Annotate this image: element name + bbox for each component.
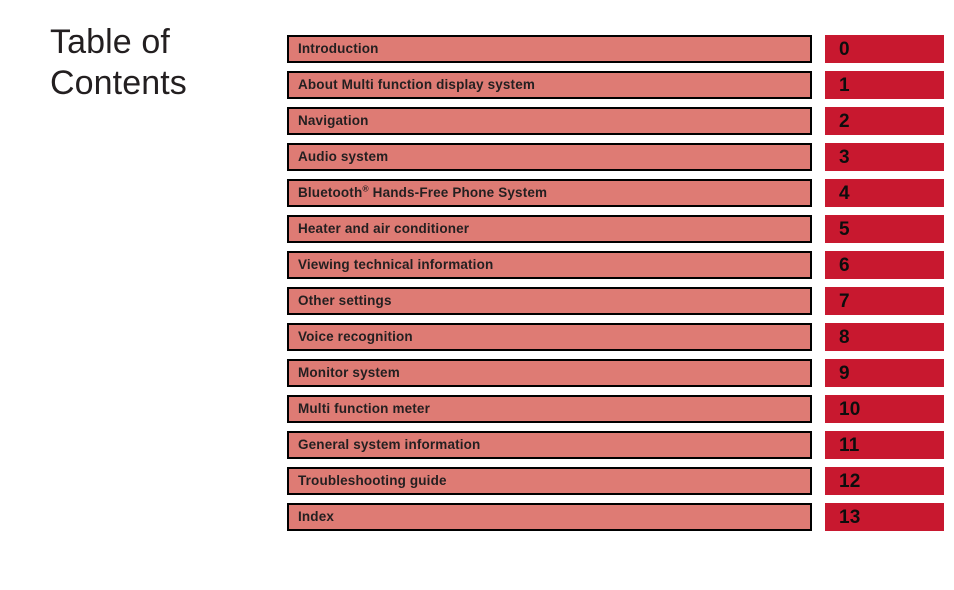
toc-entry[interactable]: Introduction 0 <box>287 35 944 63</box>
toc-entry-number-box[interactable]: 0 <box>825 35 944 63</box>
toc-entry[interactable]: Voice recognition 8 <box>287 323 944 351</box>
toc-entry-number: 4 <box>839 182 850 204</box>
toc-entry-bar[interactable]: Index <box>287 503 812 531</box>
toc-entry-number-box[interactable]: 7 <box>825 287 944 315</box>
toc-entry-number-box[interactable]: 1 <box>825 71 944 99</box>
toc-entry-number: 7 <box>839 290 850 312</box>
toc-entry-number: 3 <box>839 146 850 168</box>
toc-entry[interactable]: Bluetooth® Hands-Free Phone System 4 <box>287 179 944 207</box>
toc-entry-number-box[interactable]: 5 <box>825 215 944 243</box>
toc-entry-label: Bluetooth® Hands-Free Phone System <box>298 183 548 201</box>
table-of-contents-page: Table of Contents Introduction 0 About Mul… <box>0 0 954 590</box>
toc-entry-bar[interactable]: Voice recognition <box>287 323 812 351</box>
toc-entry-label: Troubleshooting guide <box>298 473 447 489</box>
toc-entry-bar[interactable]: Multi function meter <box>287 395 812 423</box>
toc-entry-label: Navigation <box>298 113 369 129</box>
page-title: Table of Contents <box>50 23 187 102</box>
toc-entry[interactable]: Troubleshooting guide 12 <box>287 467 944 495</box>
toc-entry[interactable]: About Multi function display system 1 <box>287 71 944 99</box>
toc-entry-label-suffix: Hands-Free Phone System <box>368 185 548 201</box>
toc-entry[interactable]: Heater and air conditioner 5 <box>287 215 944 243</box>
toc-entry[interactable]: Audio system 3 <box>287 143 944 171</box>
toc-entry[interactable]: Monitor system 9 <box>287 359 944 387</box>
toc-entry[interactable]: Multi function meter 10 <box>287 395 944 423</box>
toc-entry-number-box[interactable]: 4 <box>825 179 944 207</box>
toc-entry-label: Other settings <box>298 293 392 309</box>
toc-entry-number: 9 <box>839 362 850 384</box>
toc-entry-label: Heater and air conditioner <box>298 221 470 237</box>
toc-entry-label: Introduction <box>298 41 379 57</box>
toc-entry-bar[interactable]: Bluetooth® Hands-Free Phone System <box>287 179 812 207</box>
toc-entry-number-box[interactable]: 13 <box>825 503 944 531</box>
toc-entry-number-box[interactable]: 2 <box>825 107 944 135</box>
toc-entry-number: 11 <box>839 434 860 456</box>
toc-entry-label: Voice recognition <box>298 329 413 345</box>
toc-entry-label: Index <box>298 509 335 525</box>
toc-entry-bar[interactable]: Audio system <box>287 143 812 171</box>
toc-entry-number-box[interactable]: 6 <box>825 251 944 279</box>
toc-entry-bar[interactable]: Introduction <box>287 35 812 63</box>
toc-entry-number: 2 <box>839 110 850 132</box>
table-of-contents-list: Introduction 0 About Multi function displa… <box>287 35 944 531</box>
toc-entry-label: About Multi function display system <box>298 77 536 93</box>
toc-entry-label: Audio system <box>298 149 389 165</box>
toc-entry-number: 8 <box>839 326 850 348</box>
toc-entry-number-box[interactable]: 12 <box>825 467 944 495</box>
toc-entry-number: 5 <box>839 218 850 240</box>
toc-entry-bar[interactable]: Troubleshooting guide <box>287 467 812 495</box>
toc-entry[interactable]: Navigation 2 <box>287 107 944 135</box>
toc-entry-bar[interactable]: General system information <box>287 431 812 459</box>
toc-entry-bar[interactable]: Monitor system <box>287 359 812 387</box>
toc-entry-label: General system information <box>298 437 481 453</box>
toc-entry-label: Multi function meter <box>298 401 430 417</box>
toc-entry-number-box[interactable]: 11 <box>825 431 944 459</box>
toc-entry-number: 10 <box>839 398 861 420</box>
toc-entry-number-box[interactable]: 9 <box>825 359 944 387</box>
toc-entry-number: 1 <box>839 74 850 96</box>
toc-entry-bar[interactable]: About Multi function display system <box>287 71 812 99</box>
toc-entry-number: 12 <box>839 470 861 492</box>
toc-entry-number-box[interactable]: 8 <box>825 323 944 351</box>
toc-entry-number: 13 <box>839 506 861 528</box>
toc-entry-bar[interactable]: Heater and air conditioner <box>287 215 812 243</box>
toc-entry-number-box[interactable]: 10 <box>825 395 944 423</box>
toc-entry-bar[interactable]: Navigation <box>287 107 812 135</box>
toc-entry-bar[interactable]: Other settings <box>287 287 812 315</box>
toc-entry-label: Viewing technical information <box>298 257 494 273</box>
toc-entry[interactable]: Other settings 7 <box>287 287 944 315</box>
toc-entry[interactable]: Index 13 <box>287 503 944 531</box>
toc-entry-number: 0 <box>839 38 850 60</box>
toc-entry-label: Monitor system <box>298 365 400 381</box>
toc-entry-number-box[interactable]: 3 <box>825 143 944 171</box>
toc-entry-number: 6 <box>839 254 850 276</box>
toc-entry[interactable]: Viewing technical information 6 <box>287 251 944 279</box>
toc-entry[interactable]: General system information 11 <box>287 431 944 459</box>
toc-entry-bar[interactable]: Viewing technical information <box>287 251 812 279</box>
